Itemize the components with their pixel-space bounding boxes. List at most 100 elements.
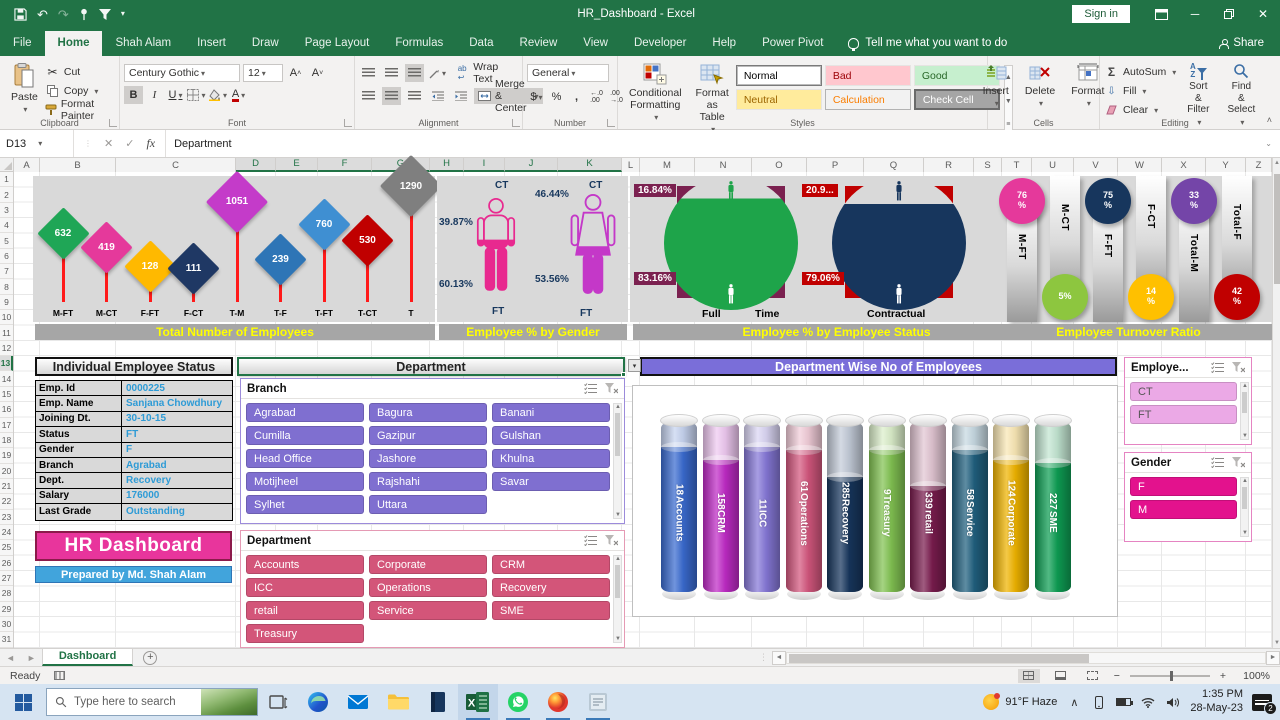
expand-formula-bar-icon[interactable]: ⌄ (1257, 130, 1280, 157)
slicer-item-gazipur[interactable]: Gazipur (369, 426, 487, 445)
borders-button[interactable] (187, 86, 206, 104)
tab-formulas[interactable]: Formulas (382, 31, 456, 56)
row-header-14[interactable]: 14 (0, 371, 13, 386)
clipboard-dialog-launcher[interactable] (109, 119, 117, 127)
column-header-Y[interactable]: Y (1206, 158, 1246, 172)
row-header-26[interactable]: 26 (0, 556, 13, 571)
tell-me-box[interactable]: Tell me what you want to do (836, 31, 1019, 56)
filter-icon[interactable] (99, 9, 111, 20)
slicer-item-savar[interactable]: Savar (492, 472, 610, 491)
taskbar-icon-firefox[interactable] (538, 684, 578, 720)
taskbar-icon-notes[interactable] (578, 684, 618, 720)
slicer-item-uttara[interactable]: Uttara (369, 495, 487, 514)
macro-record-icon[interactable] (54, 671, 65, 680)
insert-function-icon[interactable]: fx (146, 136, 155, 151)
taskbar-icon-edge[interactable] (298, 684, 338, 720)
slicer-item-bagura[interactable]: Bagura (369, 403, 487, 422)
column-header-T[interactable]: T (1002, 158, 1032, 172)
autosum-button[interactable]: ΣAutoSum (1104, 64, 1176, 80)
column-header-M[interactable]: M (640, 158, 695, 172)
column-header-B[interactable]: B (40, 158, 116, 172)
row-header-13[interactable]: 13 (0, 356, 13, 371)
clear-filter-icon[interactable] (1232, 457, 1245, 468)
row-header-1[interactable]: 1 (0, 172, 13, 187)
pin-icon[interactable] (79, 8, 89, 21)
insert-cells-button[interactable]: Insert (976, 60, 1016, 115)
column-header-P[interactable]: P (807, 158, 864, 172)
column-header-D[interactable]: D (236, 158, 276, 172)
weather-widget[interactable]: 91°F Haze (983, 694, 1057, 710)
slicer-item-jashore[interactable]: Jashore (369, 449, 487, 468)
redo-icon[interactable]: ↷ (58, 8, 69, 21)
tab-home[interactable]: Home (45, 31, 103, 56)
taskbar-icon-book[interactable] (418, 684, 458, 720)
dept-wise-chart[interactable]: 18Accounts158CRM11ICC61Operations285Reco… (632, 385, 1118, 617)
tab-shah-alam[interactable]: Shah Alam (102, 31, 184, 56)
slicer-item-agrabad[interactable]: Agrabad (246, 403, 364, 422)
slicer-item-head-office[interactable]: Head Office (246, 449, 364, 468)
notification-center-icon[interactable]: 2 (1252, 694, 1272, 711)
maximize-button[interactable] (1212, 0, 1246, 28)
slicer-item-gulshan[interactable]: Gulshan (492, 426, 610, 445)
row-header-20[interactable]: 20 (0, 464, 13, 479)
slicer-item-banani[interactable]: Banani (492, 403, 610, 422)
column-header-Q[interactable]: Q (864, 158, 924, 172)
slicer-item-ft[interactable]: FT (1130, 405, 1237, 424)
clear-button[interactable]: Clear (1104, 102, 1176, 118)
autofilter-dropdown-icon[interactable]: ▾ (628, 359, 641, 372)
normal-view-icon[interactable] (1018, 669, 1040, 683)
row-header-8[interactable]: 8 (0, 279, 13, 294)
column-header-F[interactable]: F (318, 158, 372, 172)
row-header-27[interactable]: 27 (0, 571, 13, 586)
slicer-item-khulna[interactable]: Khulna (492, 449, 610, 468)
font-dialog-launcher[interactable] (344, 119, 352, 127)
clear-filter-icon[interactable] (1232, 362, 1245, 373)
horizontal-scrollbar[interactable] (786, 652, 1266, 664)
slicer-scrollbar[interactable]: ▲▼ (1240, 382, 1249, 440)
column-header-W[interactable]: W (1118, 158, 1162, 172)
close-button[interactable]: ✕ (1246, 0, 1280, 28)
tab-developer[interactable]: Developer (621, 31, 699, 56)
bold-button[interactable]: B (124, 86, 143, 104)
align-center-icon[interactable] (382, 87, 401, 105)
cut-button[interactable]: ✂Cut (45, 64, 115, 80)
fill-button[interactable]: ⇩Fill (1104, 83, 1176, 99)
row-header-24[interactable]: 24 (0, 525, 13, 540)
gender-chart[interactable]: CT 39.87% 60.13% FT CT 46.44% 53.56% FT (437, 176, 628, 322)
column-header-V[interactable]: V (1074, 158, 1118, 172)
slicer-item-f[interactable]: F (1130, 477, 1237, 496)
tab-review[interactable]: Review (507, 31, 571, 56)
row-header-18[interactable]: 18 (0, 433, 13, 448)
scroll-down-icon[interactable]: ▼ (1273, 640, 1280, 646)
row-header-5[interactable]: 5 (0, 233, 13, 248)
font-name-combo[interactable]: Century Gothic (124, 64, 240, 82)
multi-select-icon[interactable] (584, 383, 597, 394)
row-header-6[interactable]: 6 (0, 249, 13, 264)
branch-slicer[interactable]: BranchAgrabadBaguraBananiCumillaGazipurG… (240, 378, 625, 524)
clear-filter-icon[interactable] (605, 535, 618, 546)
tab-splitter[interactable]: ⋮ (759, 652, 768, 663)
slicer-item-accounts[interactable]: Accounts (246, 555, 364, 574)
align-middle-icon[interactable] (382, 64, 401, 82)
row-header-30[interactable]: 30 (0, 617, 13, 632)
column-header-X[interactable]: X (1162, 158, 1206, 172)
tab-power-pivot[interactable]: Power Pivot (749, 31, 836, 56)
prev-sheet-icon[interactable]: ◄ (0, 653, 21, 663)
tab-data[interactable]: Data (456, 31, 506, 56)
new-sheet-button[interactable]: + (143, 651, 157, 665)
column-header-J[interactable]: J (505, 158, 558, 172)
gender-slicer[interactable]: GenderFM▲▼ (1124, 452, 1252, 542)
slicer-scrollbar[interactable]: ▲▼ (613, 555, 622, 643)
tab-help[interactable]: Help (699, 31, 749, 56)
taskbar-icon-excel[interactable]: X (458, 684, 498, 720)
taskbar-icon-explorer[interactable] (378, 684, 418, 720)
phone-link-icon[interactable] (1091, 695, 1107, 709)
select-all-corner[interactable] (0, 158, 14, 172)
slicer-item-service[interactable]: Service (369, 601, 487, 620)
font-color-button[interactable]: A (229, 86, 248, 104)
page-break-view-icon[interactable] (1082, 669, 1104, 683)
number-dialog-launcher[interactable] (607, 119, 615, 127)
slicer-item-sylhet[interactable]: Sylhet (246, 495, 364, 514)
tray-expand-icon[interactable]: ∧ (1066, 695, 1082, 709)
decrease-indent-icon[interactable] (428, 87, 447, 105)
